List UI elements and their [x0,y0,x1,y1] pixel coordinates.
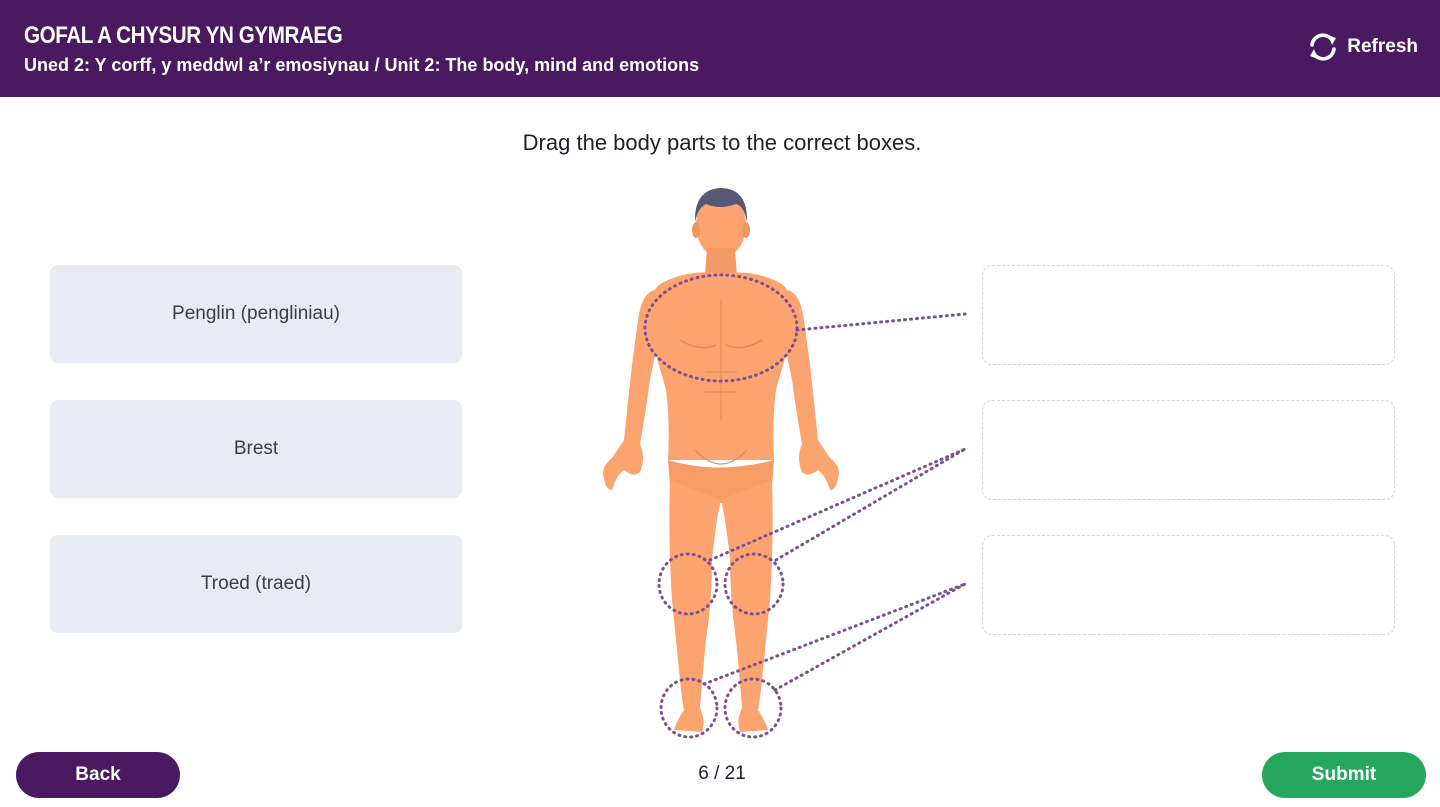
dropzone-feet[interactable] [982,535,1395,635]
chest-connector [795,312,967,332]
dropzone-chest[interactable] [982,265,1395,365]
header-bar: GOFAL A CHYSUR YN GYMRAEG Uned 2: Y corf… [0,0,1440,97]
drag-option-penglin[interactable]: Penglin (pengliniau) [50,265,462,363]
submit-button[interactable]: Submit [1262,752,1426,798]
refresh-label: Refresh [1347,36,1418,57]
unit-title: Uned 2: Y corff, y meddwl a’r emosiynau … [24,55,700,75]
human-body-illustration [603,188,839,732]
page-counter: 6 / 21 [698,763,746,784]
refresh-icon [1310,33,1337,61]
right-foot-connector [773,582,967,692]
refresh-button[interactable]: Refresh [1307,31,1418,63]
drag-option-troed[interactable]: Troed (traed) [50,535,462,633]
instruction-text: Drag the body parts to the correct boxes… [522,130,922,155]
dropzone-knees[interactable] [982,400,1395,500]
course-title: GOFAL A CHYSUR YN GYMRAEG [24,22,343,49]
body-figure [603,188,967,739]
back-button[interactable]: Back [16,752,180,798]
drag-option-brest[interactable]: Brest [50,400,462,498]
